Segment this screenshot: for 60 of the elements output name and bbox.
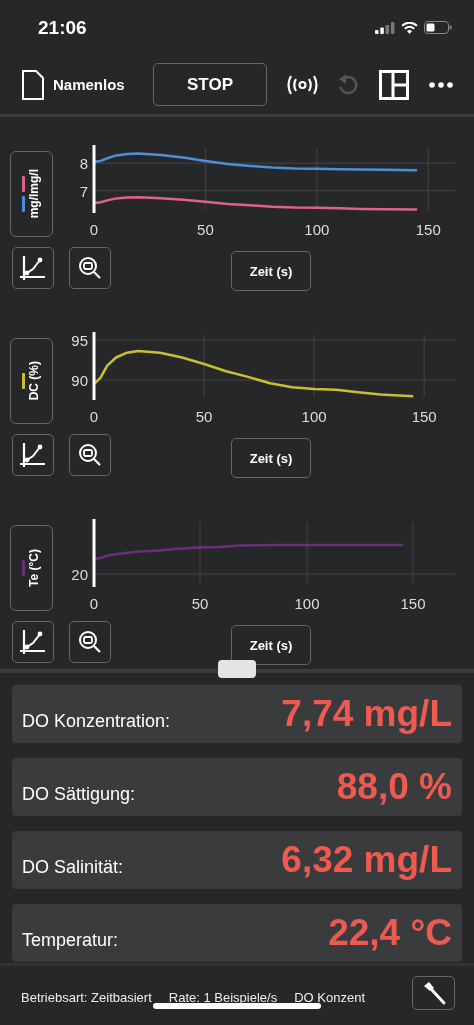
zoom-button[interactable]	[69, 434, 111, 476]
tick-label: 150	[411, 408, 437, 425]
x-axis-button[interactable]: Zeit (s)	[231, 251, 311, 291]
reading-value: 88,0 %	[336, 766, 452, 808]
tick-label: 95	[71, 332, 88, 349]
footer-text: Rate: 1 Beispiele/s	[168, 990, 278, 1005]
reading-label: Temperatur:	[22, 929, 119, 951]
reading-label: DO Konzentration:	[22, 710, 171, 732]
resize-handle[interactable]	[218, 660, 256, 678]
layout-icon[interactable]	[379, 69, 409, 100]
zoom-icon	[78, 256, 102, 280]
tool-button[interactable]	[412, 976, 455, 1010]
graph-icon	[19, 254, 47, 282]
tick-label: 0	[89, 408, 99, 425]
tick-label: 100	[304, 221, 330, 238]
tick-label: 7	[79, 182, 88, 200]
tick-label: 20	[71, 566, 88, 583]
y-axis	[92, 145, 96, 213]
axis-label: DC (%)	[27, 361, 41, 401]
tick-label: 150	[415, 221, 441, 238]
graph-button[interactable]	[12, 247, 54, 289]
graph-icon	[19, 628, 47, 656]
battery-icon	[424, 21, 452, 34]
reading-value: 6,32 mg/L	[281, 839, 452, 881]
tick-label: 100	[294, 595, 320, 612]
tick-label: 50	[191, 595, 209, 612]
tick-label: 100	[301, 408, 327, 425]
footer-text: Betriebsart: Zeitbasiert	[21, 990, 152, 1005]
status-time: 21:06	[38, 16, 87, 39]
tick-label: 0	[89, 595, 99, 612]
y-axis	[92, 519, 96, 587]
wifi-icon	[401, 21, 418, 34]
axis-label: Te (°C)	[27, 549, 41, 587]
document-title[interactable]: Namenlos	[53, 76, 125, 93]
more-icon[interactable]	[429, 81, 453, 88]
graph-button[interactable]	[12, 434, 54, 476]
zoom-icon	[78, 443, 102, 467]
signal-icon	[375, 21, 395, 34]
stop-button[interactable]: STOP	[153, 63, 267, 106]
tick-label: 50	[197, 221, 214, 238]
broadcast-icon[interactable]	[287, 74, 318, 95]
tick-label: 150	[400, 595, 426, 612]
footer-text: DO Konzent	[294, 990, 365, 1005]
tick-label: 0	[89, 221, 99, 238]
zoom-icon	[78, 630, 102, 654]
zoom-button[interactable]	[69, 247, 111, 289]
reading-label: DO Salinität:	[22, 856, 124, 878]
reading-value: 22,4 °C	[328, 912, 452, 954]
tick-label: 90	[71, 372, 88, 390]
tick-label: 8	[79, 155, 88, 173]
reading-value: 7,74 mg/L	[281, 693, 452, 735]
graph-button[interactable]	[12, 621, 54, 663]
tick-label: 50	[195, 408, 213, 425]
reading-label: DO Sättigung:	[22, 783, 136, 805]
x-axis-button[interactable]: Zeit (s)	[231, 438, 311, 478]
document-icon[interactable]	[22, 69, 44, 100]
y-axis	[92, 332, 96, 400]
graph-icon	[19, 441, 47, 469]
zoom-button[interactable]	[69, 621, 111, 663]
axis-label: mg/lmg/l	[27, 169, 41, 219]
